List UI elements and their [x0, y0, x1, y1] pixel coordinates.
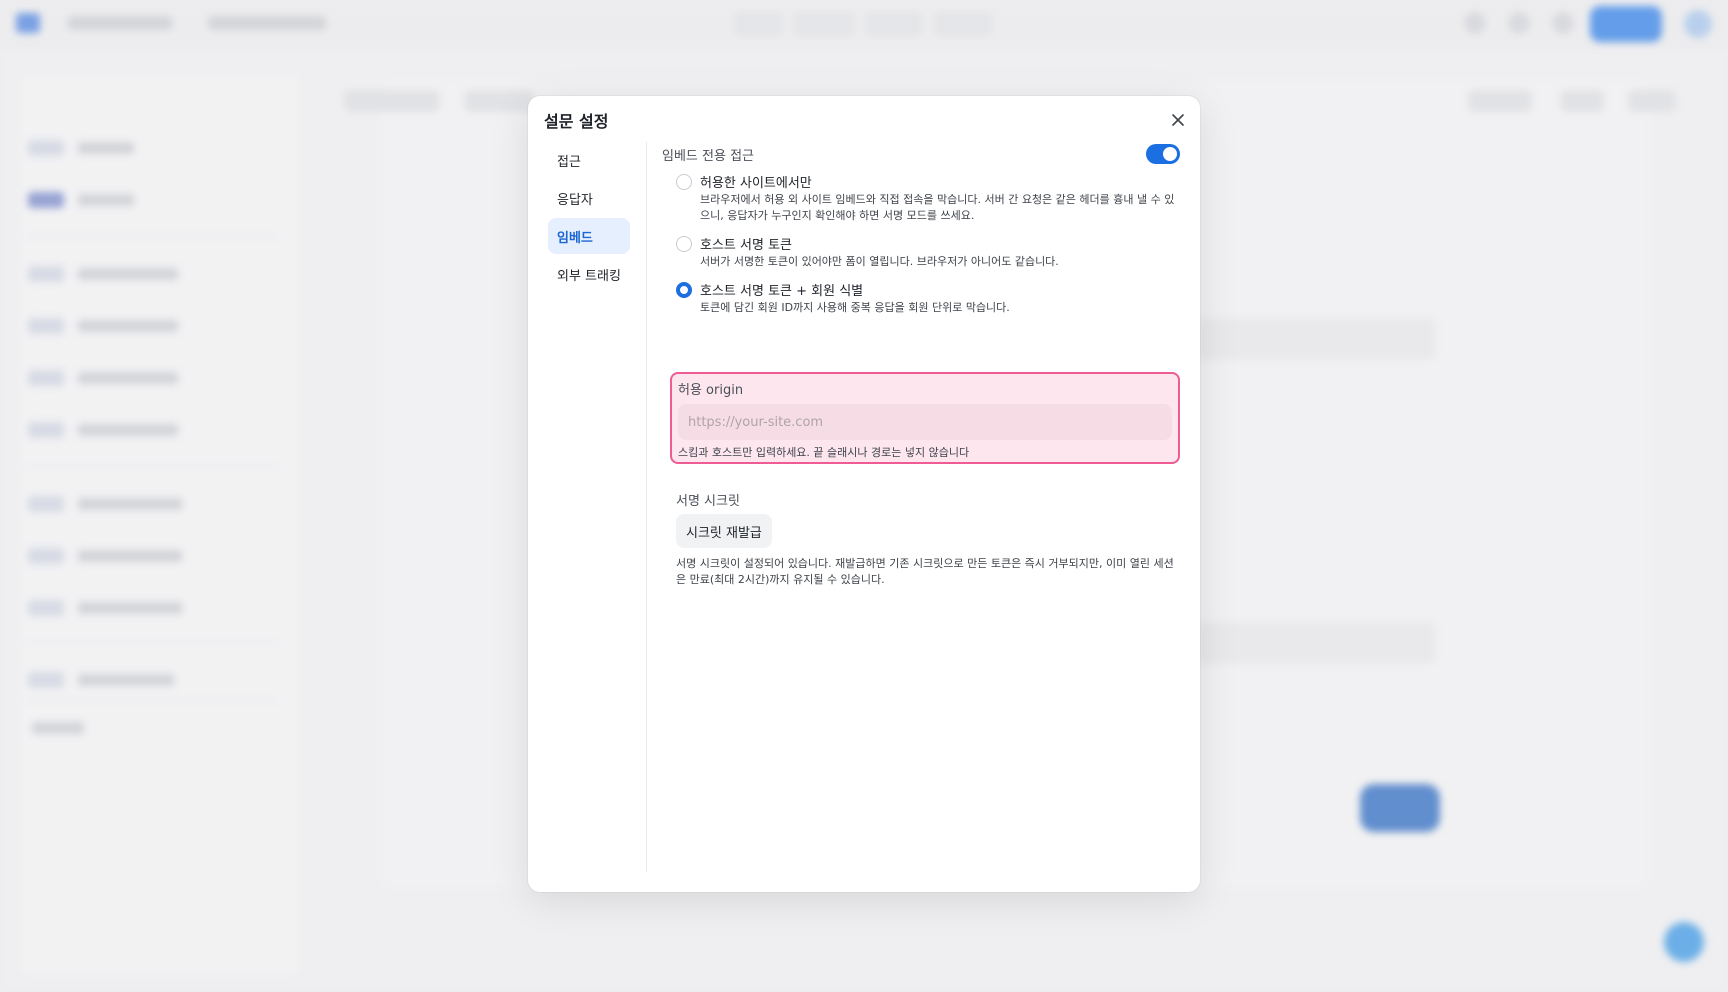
- option-description: 브라우저에서 허용 외 사이트 임베드와 직접 접속을 막습니다. 서버 간 요…: [700, 193, 1175, 222]
- signing-secret-description: 서명 시크릿이 설정되어 있습니다. 재발급하면 기존 시크릿으로 만든 토큰은…: [676, 557, 1174, 586]
- option-label: 호스트 서명 토큰: [700, 238, 792, 253]
- nav-item-label: 임베드: [557, 230, 593, 246]
- nav-item-label: 접근: [557, 154, 581, 170]
- nav-item-respondents[interactable]: 응답자: [548, 180, 630, 216]
- allowed-origin-hint: 스킴과 호스트만 입력하세요. 끝 슬래시나 경로는 넣지 않습니다: [678, 446, 970, 459]
- section-title: 임베드 전용 접근: [662, 148, 754, 164]
- nav-item-label: 외부 트래킹: [557, 268, 621, 284]
- radio-host-signed-token[interactable]: [676, 236, 692, 252]
- nav-item-label: 응답자: [557, 192, 593, 208]
- toggle-knob: [1163, 147, 1177, 161]
- allowed-origin-input[interactable]: [678, 404, 1172, 440]
- embed-only-access-row: 임베드 전용 접근: [662, 142, 1184, 166]
- reissue-secret-button[interactable]: 시크릿 재발급: [676, 514, 772, 548]
- radio-allowed-sites-only[interactable]: [676, 174, 692, 190]
- nav-divider: [646, 142, 647, 872]
- signing-secret-label: 서명 시크릿: [676, 494, 740, 509]
- close-button[interactable]: [1168, 110, 1188, 130]
- radio-host-signed-token-member[interactable]: [676, 282, 692, 298]
- allowed-origin-group: 허용 origin 스킴과 호스트만 입력하세요. 끝 슬래시나 경로는 넣지 …: [670, 372, 1180, 464]
- embed-only-toggle[interactable]: [1146, 144, 1180, 164]
- option-description: 서버가 서명한 토큰이 있어야만 폼이 열립니다. 브라우저가 아니어도 같습니…: [700, 255, 1059, 268]
- option-description: 토큰에 담긴 회원 ID까지 사용해 중복 응답을 회원 단위로 막습니다.: [700, 301, 1010, 314]
- nav-item-embed[interactable]: 임베드: [548, 218, 630, 254]
- close-icon: [1172, 114, 1184, 126]
- nav-item-access[interactable]: 접근: [548, 142, 630, 178]
- option-label: 허용한 사이트에서만: [700, 176, 812, 191]
- modal-title: 설문 설정: [544, 112, 609, 131]
- survey-settings-modal: 설문 설정 접근 응답자 임베드 외부 트래킹 임베드 전용 접근 허용한 사이…: [528, 96, 1200, 892]
- settings-nav: 접근 응답자 임베드 외부 트래킹: [548, 142, 630, 294]
- nav-item-external-tracking[interactable]: 외부 트래킹: [548, 256, 630, 292]
- allowed-origin-label: 허용 origin: [678, 383, 744, 398]
- option-label: 호스트 서명 토큰 + 회원 식별: [700, 284, 864, 299]
